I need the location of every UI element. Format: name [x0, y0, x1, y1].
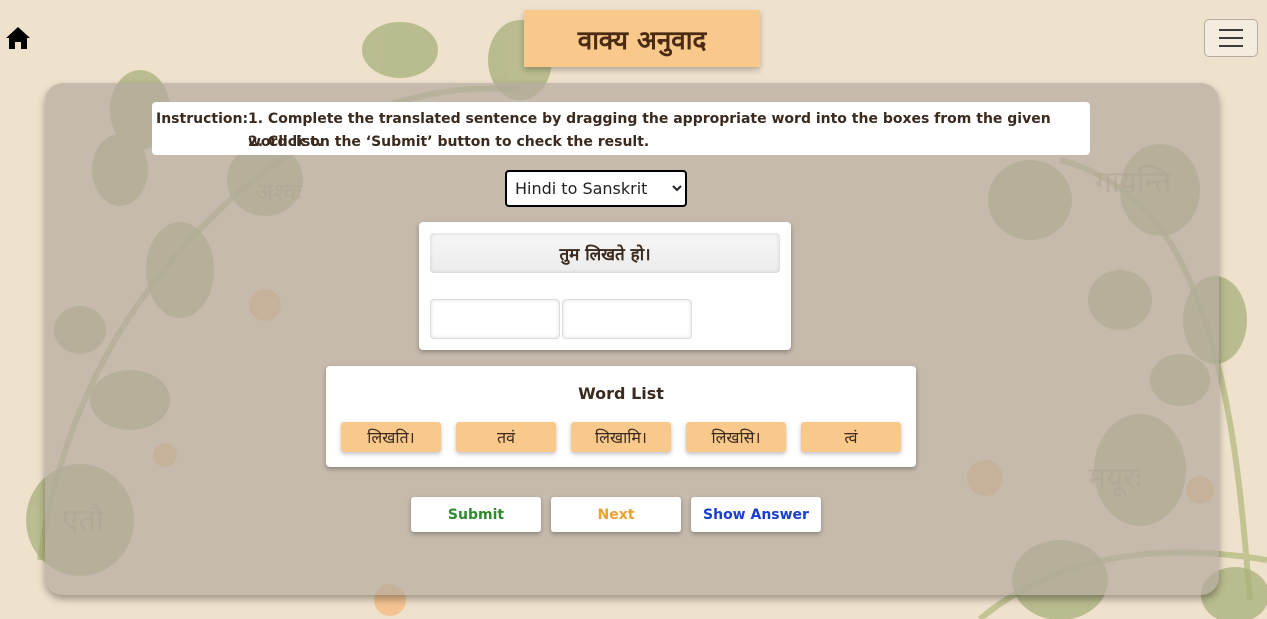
word-chip[interactable]: तवं: [456, 422, 556, 452]
word-chip[interactable]: लिखति।: [341, 422, 441, 452]
next-button[interactable]: Next: [551, 497, 681, 532]
hamburger-menu-button[interactable]: [1204, 19, 1258, 57]
hamburger-line: [1219, 45, 1243, 47]
hamburger-line: [1219, 37, 1243, 39]
instruction-box: Instruction: 1. Complete the translated …: [152, 102, 1090, 155]
word-chip[interactable]: लिखसि।: [686, 422, 786, 452]
answer-drop-box-2[interactable]: [562, 299, 692, 339]
sentence-card: तुम लिखते हो।: [419, 222, 791, 350]
word-list-panel: Word List लिखति। तवं लिखामि। लिखसि। त्वं: [326, 366, 916, 467]
submit-button[interactable]: Submit: [411, 497, 541, 532]
show-answer-button[interactable]: Show Answer: [691, 497, 821, 532]
home-icon: [6, 27, 30, 49]
word-chip[interactable]: लिखामि।: [571, 422, 671, 452]
page-title: वाक्य अनुवाद: [524, 10, 760, 67]
answer-drop-box-1[interactable]: [430, 299, 560, 339]
instruction-label: Instruction:: [156, 111, 249, 127]
home-button[interactable]: [4, 24, 32, 52]
translation-mode-select[interactable]: Hindi to Sanskrit: [505, 170, 687, 207]
hamburger-menu-icon: [1219, 29, 1243, 31]
word-list-title: Word List: [578, 384, 664, 403]
source-sentence: तुम लिखते हो।: [430, 233, 780, 273]
word-chip[interactable]: त्वं: [801, 422, 901, 452]
instruction-line-2: 2. Click on the ‘Submit’ button to check…: [248, 134, 650, 150]
